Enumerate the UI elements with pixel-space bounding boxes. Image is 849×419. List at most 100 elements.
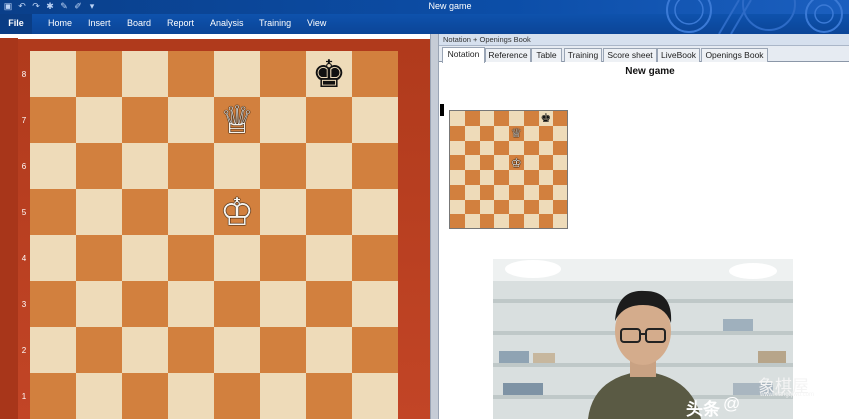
square-f3 (523, 184, 539, 200)
square-c1[interactable] (122, 373, 168, 419)
square-b5[interactable] (76, 189, 122, 235)
square-h3[interactable] (352, 281, 398, 327)
square-a3[interactable] (30, 281, 76, 327)
square-g6[interactable] (306, 143, 352, 189)
square-f4 (523, 170, 539, 185)
square-c4[interactable] (122, 235, 168, 281)
square-f5[interactable] (260, 189, 306, 235)
tab-home[interactable]: Home (48, 14, 72, 34)
square-f1 (523, 214, 539, 228)
square-g7[interactable] (306, 97, 352, 143)
square-e3[interactable] (214, 281, 260, 327)
square-c2[interactable] (122, 327, 168, 373)
engine-icon[interactable]: ✱ (45, 1, 55, 12)
save-icon[interactable]: ▣ (3, 1, 13, 12)
square-c7[interactable] (122, 97, 168, 143)
square-b2[interactable] (76, 327, 122, 373)
square-h6[interactable] (352, 143, 398, 189)
square-d5[interactable] (168, 189, 214, 235)
panel-title: Notation + Openings Book (439, 34, 849, 46)
square-a7[interactable] (30, 97, 76, 143)
square-a1[interactable] (30, 373, 76, 419)
redo-icon[interactable]: ↷ (31, 1, 41, 12)
square-b2 (464, 199, 480, 215)
square-a4[interactable] (30, 235, 76, 281)
dropdown-icon[interactable]: ▾ (87, 1, 97, 12)
tab-report[interactable]: Report (167, 14, 194, 34)
rank-label-4: 4 (21, 254, 27, 263)
footer-at-sign: @ (723, 394, 741, 413)
square-b4[interactable] (76, 235, 122, 281)
square-c8[interactable] (122, 51, 168, 97)
square-d6[interactable] (168, 143, 214, 189)
black-king-g8[interactable]: ♚ (306, 51, 352, 97)
square-h8[interactable] (352, 51, 398, 97)
square-h1[interactable] (352, 373, 398, 419)
square-h2[interactable] (352, 327, 398, 373)
square-b7[interactable] (76, 97, 122, 143)
square-f8[interactable] (260, 51, 306, 97)
panel-splitter[interactable] (430, 34, 439, 419)
paint-icon[interactable]: ✐ (73, 1, 83, 12)
square-f4[interactable] (260, 235, 306, 281)
ribbon-tab-bar: File Home Insert Board Report Analysis T… (0, 0, 849, 34)
square-e2 (509, 199, 524, 215)
square-a6[interactable] (30, 143, 76, 189)
square-e4[interactable] (214, 235, 260, 281)
square-b6[interactable] (76, 143, 122, 189)
square-g1[interactable] (306, 373, 352, 419)
undo-icon[interactable]: ↶ (17, 1, 27, 12)
square-d3[interactable] (168, 281, 214, 327)
tab-insert[interactable]: Insert (88, 14, 111, 34)
tab-notation[interactable]: Notation (442, 47, 485, 63)
tab-analysis[interactable]: Analysis (210, 14, 244, 34)
square-e2[interactable] (214, 327, 260, 373)
square-d8[interactable] (168, 51, 214, 97)
white-queen-e7[interactable]: ♕ (214, 97, 260, 143)
square-a5[interactable] (30, 189, 76, 235)
square-d7[interactable] (168, 97, 214, 143)
square-c3[interactable] (122, 281, 168, 327)
tab-training[interactable]: Training (259, 14, 291, 34)
square-g3[interactable] (306, 281, 352, 327)
square-e1[interactable] (214, 373, 260, 419)
tab-livebook[interactable]: LiveBook (657, 48, 700, 62)
square-e8[interactable] (214, 51, 260, 97)
square-a2[interactable] (30, 327, 76, 373)
square-f3[interactable] (260, 281, 306, 327)
square-d2[interactable] (168, 327, 214, 373)
tab-openings-book[interactable]: Openings Book (701, 48, 768, 62)
square-b3[interactable] (76, 281, 122, 327)
square-g4[interactable] (306, 235, 352, 281)
square-h4[interactable] (352, 235, 398, 281)
square-g7 (538, 125, 554, 141)
square-g5[interactable] (306, 189, 352, 235)
tab-view[interactable]: View (307, 14, 326, 34)
square-g2[interactable] (306, 327, 352, 373)
square-e6[interactable] (214, 143, 260, 189)
square-b1[interactable] (76, 373, 122, 419)
square-c3 (479, 184, 495, 200)
square-h5[interactable] (352, 189, 398, 235)
square-c5[interactable] (122, 189, 168, 235)
square-h7[interactable] (352, 97, 398, 143)
chess-board[interactable]: ♚ ♕ ♔ (30, 51, 398, 419)
file-menu-button[interactable]: File (0, 14, 32, 34)
tab-training[interactable]: Training (564, 48, 602, 62)
square-e8 (509, 111, 524, 126)
white-king-e5[interactable]: ♔ (214, 189, 260, 235)
tab-reference[interactable]: Reference (485, 48, 531, 62)
square-d1[interactable] (168, 373, 214, 419)
square-f2[interactable] (260, 327, 306, 373)
square-f6[interactable] (260, 143, 306, 189)
square-c6[interactable] (122, 143, 168, 189)
pen-icon[interactable]: ✎ (59, 1, 69, 12)
square-f7[interactable] (260, 97, 306, 143)
tab-table[interactable]: Table (531, 48, 562, 62)
square-a8[interactable] (30, 51, 76, 97)
tab-score-sheet[interactable]: Score sheet (603, 48, 657, 62)
tab-board[interactable]: Board (127, 14, 151, 34)
square-d4[interactable] (168, 235, 214, 281)
square-b8[interactable] (76, 51, 122, 97)
square-f1[interactable] (260, 373, 306, 419)
